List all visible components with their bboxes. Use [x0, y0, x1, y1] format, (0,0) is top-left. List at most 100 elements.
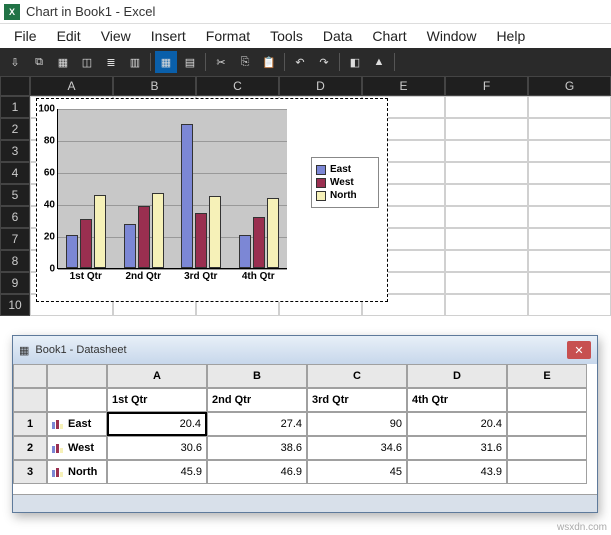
bar-north[interactable]	[94, 195, 106, 268]
ds-row-header[interactable]: 3	[13, 460, 47, 484]
row-header[interactable]: 6	[0, 206, 30, 228]
menu-chart[interactable]: Chart	[362, 24, 416, 48]
cell[interactable]	[445, 294, 528, 316]
ds-blank[interactable]	[507, 460, 587, 484]
redo-icon[interactable]: ↷	[313, 51, 335, 73]
ds-cell-value[interactable]: 34.6	[307, 436, 407, 460]
cell[interactable]	[445, 272, 528, 294]
bar-east[interactable]	[124, 224, 136, 268]
row-header[interactable]: 3	[0, 140, 30, 162]
datasheet-window[interactable]: ▦ Book1 - Datasheet ✕ ABCDE 1st Qtr2nd Qt…	[12, 335, 598, 513]
ds-cell-value[interactable]: 38.6	[207, 436, 307, 460]
cell[interactable]	[445, 250, 528, 272]
menu-edit[interactable]: Edit	[47, 24, 91, 48]
ds-cell-value[interactable]: 90	[307, 412, 407, 436]
ds-cell-value[interactable]: 20.4	[407, 412, 507, 436]
bar-east[interactable]	[66, 235, 78, 268]
ds-blank[interactable]	[507, 388, 587, 412]
row-header[interactable]: 10	[0, 294, 30, 316]
ds-blank[interactable]	[13, 388, 47, 412]
column-header[interactable]: E	[362, 76, 445, 96]
chart-type-icon[interactable]: ▲	[368, 51, 390, 73]
bar-north[interactable]	[152, 193, 164, 268]
cell[interactable]	[528, 184, 611, 206]
ds-blank[interactable]	[47, 388, 107, 412]
ds-cell-value[interactable]: 31.6	[407, 436, 507, 460]
cut-icon[interactable]: ✂	[210, 51, 232, 73]
row-header[interactable]: 7	[0, 228, 30, 250]
bar-west[interactable]	[80, 219, 92, 268]
bar-west[interactable]	[138, 206, 150, 268]
ds-col-header[interactable]: C	[307, 364, 407, 388]
cell[interactable]	[528, 250, 611, 272]
chart-object[interactable]: 020406080100 1st Qtr2nd Qtr3rd Qtr4th Qt…	[36, 98, 388, 302]
row-header[interactable]: 5	[0, 184, 30, 206]
column-header[interactable]: C	[196, 76, 279, 96]
ds-series-name[interactable]: North	[47, 460, 107, 484]
cell[interactable]	[528, 96, 611, 118]
cell[interactable]	[445, 206, 528, 228]
ds-col-header[interactable]: A	[107, 364, 207, 388]
by-row-icon[interactable]: ≣	[100, 51, 122, 73]
color-icon[interactable]: ◫	[76, 51, 98, 73]
menu-help[interactable]: Help	[486, 24, 535, 48]
menu-window[interactable]: Window	[417, 24, 487, 48]
ds-cell-value[interactable]: 43.9	[407, 460, 507, 484]
column-header[interactable]: F	[445, 76, 528, 96]
toggle-axis-icon[interactable]: ▤	[179, 51, 201, 73]
paste-icon[interactable]: 📋	[258, 51, 280, 73]
legend-item[interactable]: East	[316, 164, 374, 175]
row-header[interactable]: 2	[0, 118, 30, 140]
cell[interactable]	[445, 228, 528, 250]
column-header[interactable]: B	[113, 76, 196, 96]
ds-corner[interactable]	[13, 364, 47, 388]
horizontal-scrollbar[interactable]	[13, 494, 597, 512]
ds-blank[interactable]	[507, 436, 587, 460]
by-column-icon[interactable]: ▥	[124, 51, 146, 73]
toggle-grid-icon[interactable]: ▦	[155, 51, 177, 73]
legend-item[interactable]: North	[316, 190, 374, 201]
legend-item[interactable]: West	[316, 177, 374, 188]
ds-blank[interactable]	[507, 412, 587, 436]
ds-col-label[interactable]: 4th Qtr	[407, 388, 507, 412]
ds-cell-value[interactable]: 46.9	[207, 460, 307, 484]
ds-cell-value[interactable]: 45.9	[107, 460, 207, 484]
ds-corner2[interactable]	[47, 364, 107, 388]
menu-view[interactable]: View	[91, 24, 141, 48]
row-header[interactable]: 9	[0, 272, 30, 294]
menu-file[interactable]: File	[4, 24, 47, 48]
ds-col-header[interactable]: B	[207, 364, 307, 388]
ds-series-name[interactable]: East	[47, 412, 107, 436]
ds-col-label[interactable]: 3rd Qtr	[307, 388, 407, 412]
datasheet-grid[interactable]: ABCDE1st Qtr2nd Qtr3rd Qtr4th Qtr1East20…	[13, 364, 597, 484]
grid-icon[interactable]: ▦	[52, 51, 74, 73]
row-header[interactable]: 4	[0, 162, 30, 184]
fill-icon[interactable]: ◧	[344, 51, 366, 73]
bar-east[interactable]	[239, 235, 251, 268]
undo-icon[interactable]: ↶	[289, 51, 311, 73]
ds-col-header[interactable]: E	[507, 364, 587, 388]
cell[interactable]	[528, 272, 611, 294]
cell[interactable]	[445, 96, 528, 118]
column-header[interactable]: A	[30, 76, 113, 96]
bar-north[interactable]	[267, 198, 279, 268]
ds-cell-value[interactable]: 20.4	[107, 412, 207, 436]
cell[interactable]	[528, 118, 611, 140]
cell[interactable]	[445, 162, 528, 184]
bar-west[interactable]	[195, 213, 207, 268]
bar-north[interactable]	[209, 196, 221, 268]
chart-legend[interactable]: East West North	[311, 157, 379, 208]
menu-tools[interactable]: Tools	[260, 24, 313, 48]
datasheet-titlebar[interactable]: ▦ Book1 - Datasheet ✕	[13, 336, 597, 364]
import-icon[interactable]: ⇩	[4, 51, 26, 73]
row-header[interactable]: 8	[0, 250, 30, 272]
ds-col-header[interactable]: D	[407, 364, 507, 388]
cell[interactable]	[445, 184, 528, 206]
cell[interactable]	[445, 118, 528, 140]
close-button[interactable]: ✕	[567, 341, 591, 359]
ds-col-label[interactable]: 1st Qtr	[107, 388, 207, 412]
ds-col-label[interactable]: 2nd Qtr	[207, 388, 307, 412]
copy-icon[interactable]: ⎘	[234, 51, 256, 73]
column-header[interactable]: D	[279, 76, 362, 96]
menu-data[interactable]: Data	[313, 24, 363, 48]
